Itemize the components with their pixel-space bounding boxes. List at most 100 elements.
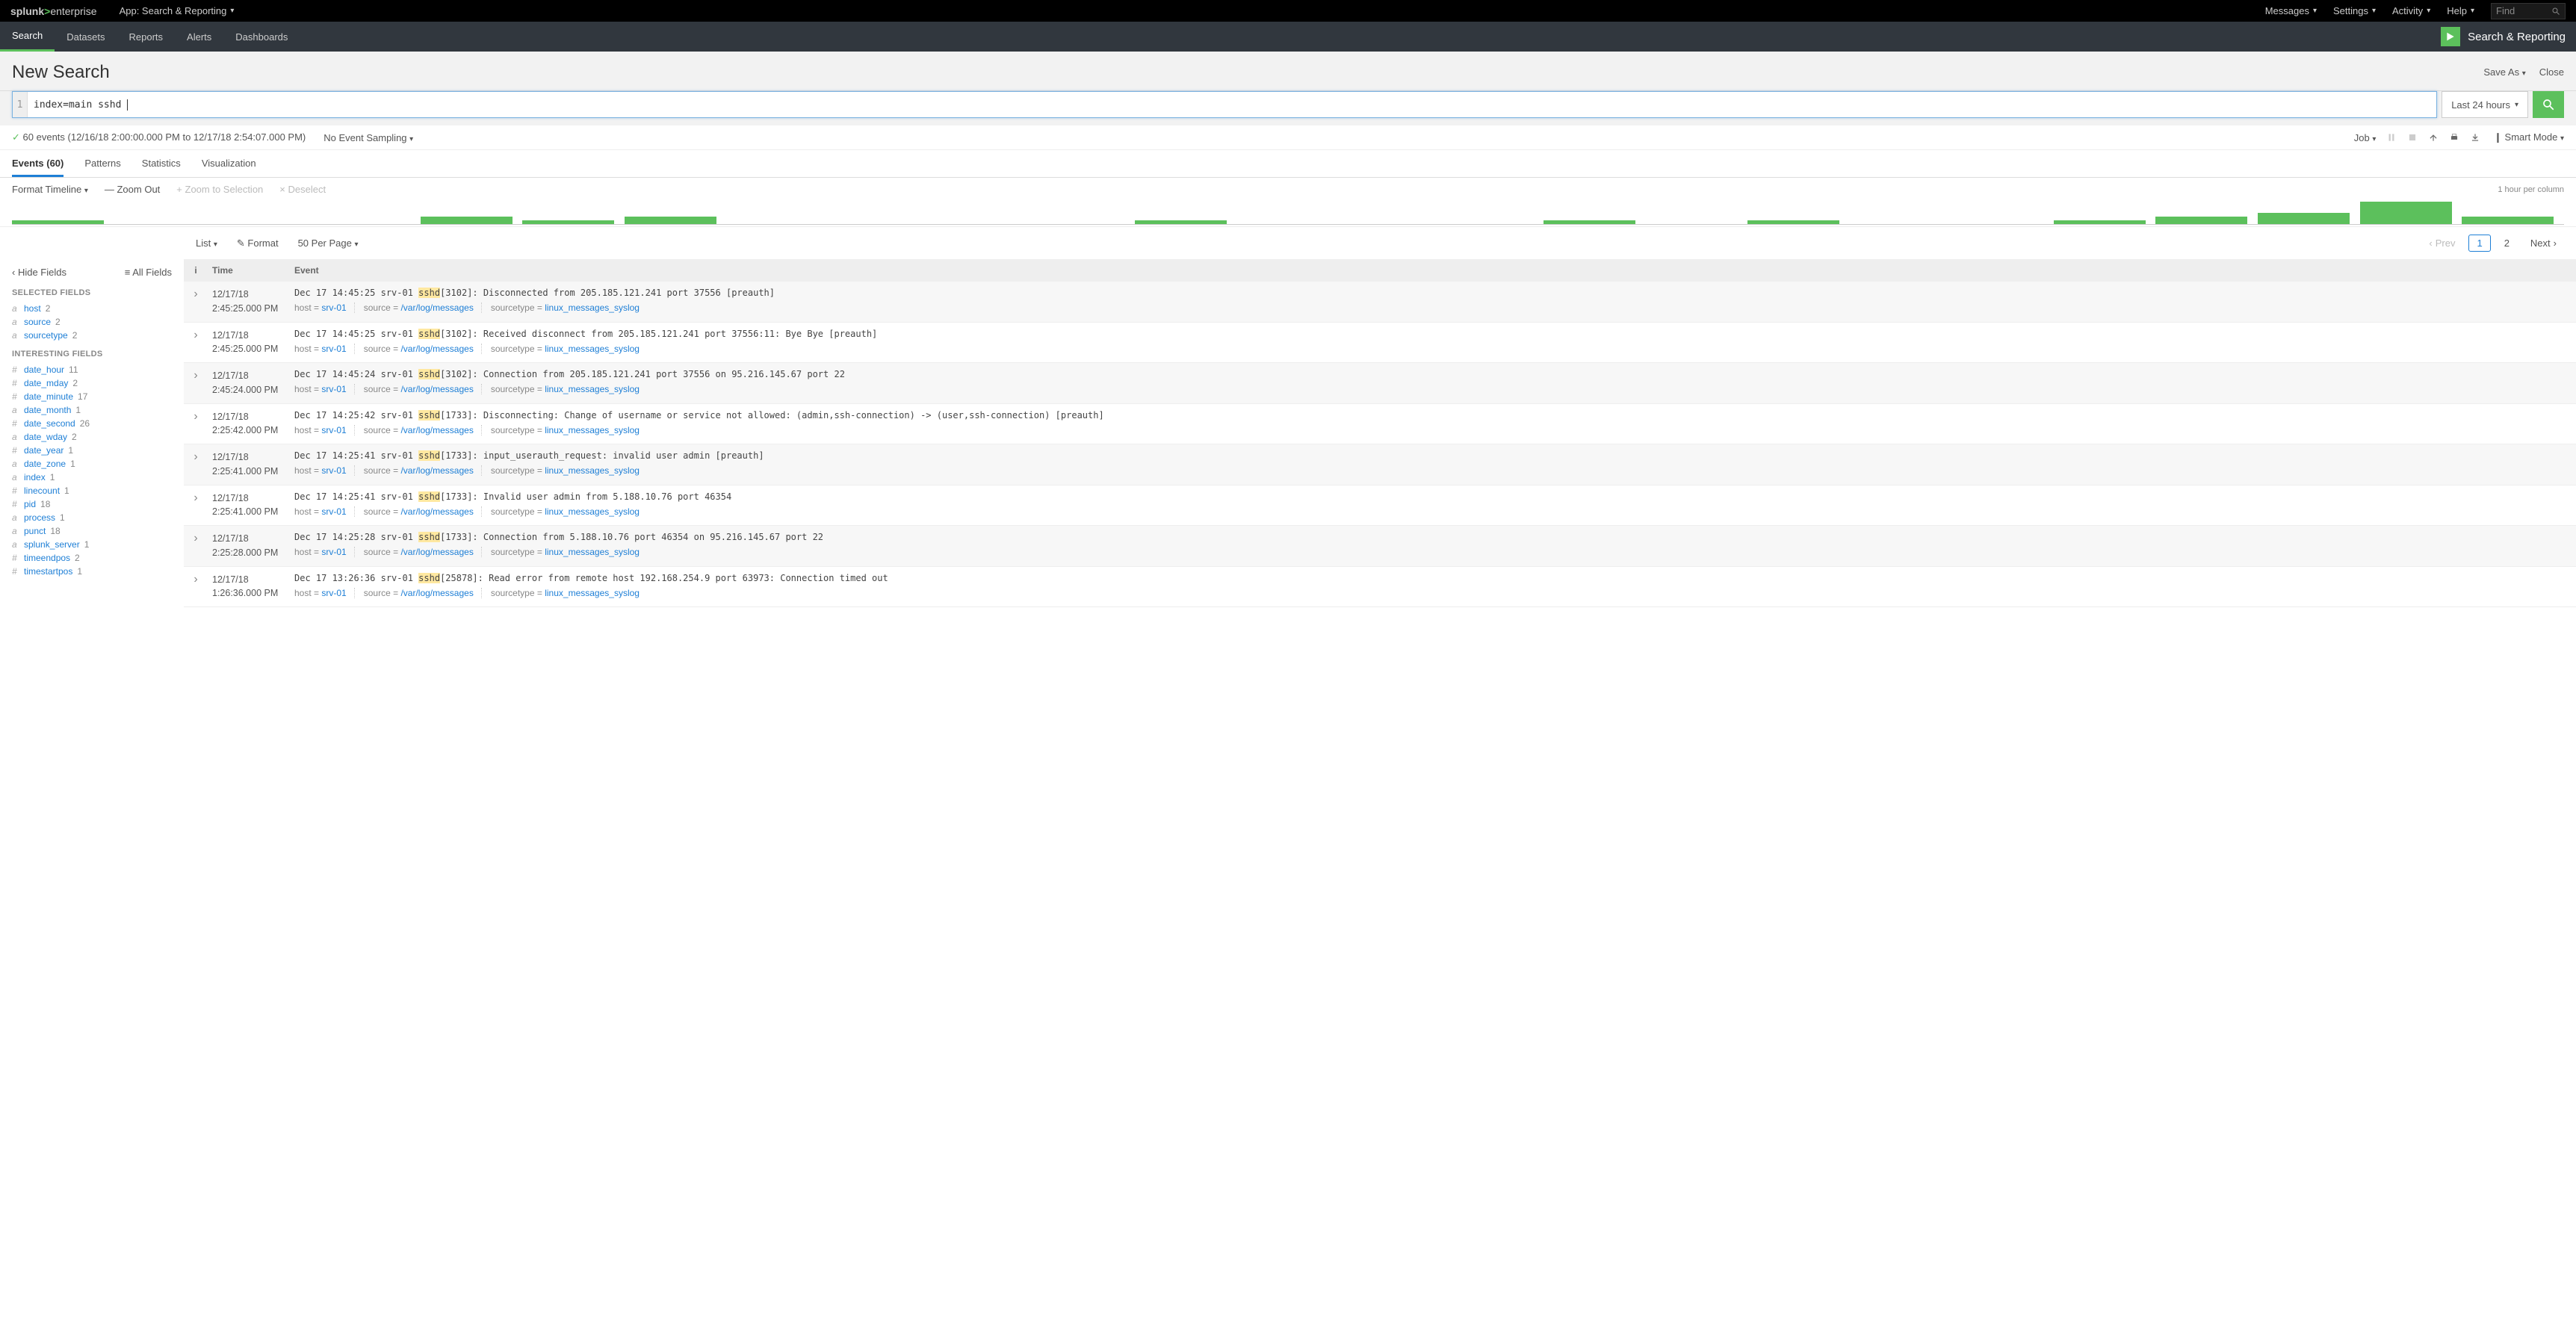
tab-statistics[interactable]: Statistics (142, 150, 181, 177)
field-date_zone[interactable]: adate_zone1 (12, 457, 172, 471)
save-as-button[interactable]: Save As (2483, 66, 2525, 78)
timeline-bar[interactable] (421, 217, 513, 224)
event-raw[interactable]: Dec 17 14:45:24 srv-01 sshd[3102]: Conne… (294, 369, 2572, 379)
event-raw[interactable]: Dec 17 14:45:25 srv-01 sshd[3102]: Disco… (294, 288, 2572, 298)
timeline-bar[interactable] (1135, 220, 1227, 224)
nav-search[interactable]: Search (0, 22, 55, 52)
field-index[interactable]: aindex1 (12, 471, 172, 484)
expand-icon[interactable] (184, 444, 208, 485)
tab-visualization[interactable]: Visualization (202, 150, 256, 177)
field-date_year[interactable]: #date_year1 (12, 444, 172, 457)
timeline-bar[interactable] (1747, 220, 1839, 224)
timeline-bar[interactable] (625, 217, 716, 224)
close-button[interactable]: Close (2539, 66, 2564, 78)
print-icon[interactable] (2449, 132, 2459, 143)
timeline-bar[interactable] (2360, 202, 2452, 224)
meta-host[interactable]: srv-01 (321, 588, 346, 598)
meta-source[interactable]: /var/log/messages (400, 465, 473, 476)
search-input[interactable]: 1 index=main sshd (12, 91, 2437, 118)
meta-sourcetype[interactable]: linux_messages_syslog (545, 506, 640, 517)
meta-host[interactable]: srv-01 (321, 465, 346, 476)
zoom-out[interactable]: — Zoom Out (105, 184, 160, 195)
meta-sourcetype[interactable]: linux_messages_syslog (545, 465, 640, 476)
expand-icon[interactable] (184, 404, 208, 444)
nav-reports[interactable]: Reports (117, 22, 176, 52)
event-timeline[interactable] (12, 201, 2564, 225)
pager-page-2[interactable]: 2 (2497, 235, 2517, 251)
meta-sourcetype[interactable]: linux_messages_syslog (545, 425, 640, 435)
col-info[interactable]: i (184, 259, 208, 282)
nav-datasets[interactable]: Datasets (55, 22, 117, 52)
global-find-input[interactable]: Find (2491, 3, 2566, 19)
expand-icon[interactable] (184, 323, 208, 363)
list-view-picker[interactable]: List (196, 238, 217, 249)
pager-next[interactable]: Next › (2523, 235, 2564, 251)
settings-menu[interactable]: Settings (2333, 5, 2376, 16)
meta-host[interactable]: srv-01 (321, 344, 346, 354)
field-date_second[interactable]: #date_second26 (12, 417, 172, 430)
field-date_month[interactable]: adate_month1 (12, 403, 172, 417)
timeline-bar[interactable] (2258, 213, 2350, 224)
timeline-bar[interactable] (2054, 220, 2146, 224)
meta-source[interactable]: /var/log/messages (400, 425, 473, 435)
expand-icon[interactable] (184, 526, 208, 566)
format-timeline[interactable]: Format Timeline (12, 184, 88, 195)
pause-icon[interactable] (2386, 132, 2397, 143)
expand-icon[interactable] (184, 282, 208, 322)
meta-host[interactable]: srv-01 (321, 506, 346, 517)
nav-dashboards[interactable]: Dashboards (223, 22, 300, 52)
field-date_mday[interactable]: #date_mday2 (12, 376, 172, 390)
meta-sourcetype[interactable]: linux_messages_syslog (545, 344, 640, 354)
nav-alerts[interactable]: Alerts (175, 22, 223, 52)
event-sampling[interactable]: No Event Sampling (323, 132, 413, 143)
expand-icon[interactable] (184, 363, 208, 403)
timeline-bar[interactable] (2462, 217, 2554, 224)
field-punct[interactable]: apunct18 (12, 524, 172, 538)
col-time[interactable]: Time (208, 259, 290, 282)
event-raw[interactable]: Dec 17 14:25:42 srv-01 sshd[1733]: Disco… (294, 410, 2572, 421)
per-page-picker[interactable]: 50 Per Page (298, 238, 359, 249)
event-raw[interactable]: Dec 17 14:25:41 srv-01 sshd[1733]: Inval… (294, 491, 2572, 502)
meta-source[interactable]: /var/log/messages (400, 384, 473, 394)
meta-sourcetype[interactable]: linux_messages_syslog (545, 547, 640, 557)
meta-host[interactable]: srv-01 (321, 302, 346, 313)
messages-menu[interactable]: Messages (2265, 5, 2317, 16)
field-timestartpos[interactable]: #timestartpos1 (12, 565, 172, 578)
field-pid[interactable]: #pid18 (12, 497, 172, 511)
meta-source[interactable]: /var/log/messages (400, 344, 473, 354)
meta-sourcetype[interactable]: linux_messages_syslog (545, 588, 640, 598)
meta-source[interactable]: /var/log/messages (400, 302, 473, 313)
field-source[interactable]: asource2 (12, 315, 172, 329)
pager-page-1[interactable]: 1 (2468, 235, 2490, 252)
meta-source[interactable]: /var/log/messages (400, 547, 473, 557)
expand-icon[interactable] (184, 567, 208, 607)
field-host[interactable]: ahost2 (12, 302, 172, 315)
field-splunk_server[interactable]: asplunk_server1 (12, 538, 172, 551)
col-event[interactable]: Event (290, 259, 2576, 282)
event-raw[interactable]: Dec 17 14:45:25 srv-01 sshd[3102]: Recei… (294, 329, 2572, 339)
export-icon[interactable] (2470, 132, 2480, 143)
event-raw[interactable]: Dec 17 14:25:28 srv-01 sshd[1733]: Conne… (294, 532, 2572, 542)
meta-sourcetype[interactable]: linux_messages_syslog (545, 302, 640, 313)
timeline-bar[interactable] (522, 220, 614, 224)
share-icon[interactable] (2428, 132, 2439, 143)
meta-sourcetype[interactable]: linux_messages_syslog (545, 384, 640, 394)
field-sourcetype[interactable]: asourcetype2 (12, 329, 172, 342)
expand-icon[interactable] (184, 485, 208, 526)
field-process[interactable]: aprocess1 (12, 511, 172, 524)
timeline-bar[interactable] (2155, 217, 2247, 224)
tab-patterns[interactable]: Patterns (84, 150, 120, 177)
time-range-picker[interactable]: Last 24 hours (2442, 91, 2528, 118)
all-fields[interactable]: ≡ All Fields (125, 267, 172, 278)
smart-mode[interactable]: ❙ Smart Mode (2491, 131, 2564, 143)
meta-host[interactable]: srv-01 (321, 547, 346, 557)
event-raw[interactable]: Dec 17 14:25:41 srv-01 sshd[1733]: input… (294, 450, 2572, 461)
event-raw[interactable]: Dec 17 13:26:36 srv-01 sshd[25878]: Read… (294, 573, 2572, 583)
field-date_hour[interactable]: #date_hour11 (12, 363, 172, 376)
job-menu[interactable]: Job (2354, 132, 2377, 143)
activity-menu[interactable]: Activity (2392, 5, 2430, 16)
timeline-bar[interactable] (12, 220, 104, 224)
field-linecount[interactable]: #linecount1 (12, 484, 172, 497)
timeline-bar[interactable] (1544, 220, 1635, 224)
field-date_minute[interactable]: #date_minute17 (12, 390, 172, 403)
